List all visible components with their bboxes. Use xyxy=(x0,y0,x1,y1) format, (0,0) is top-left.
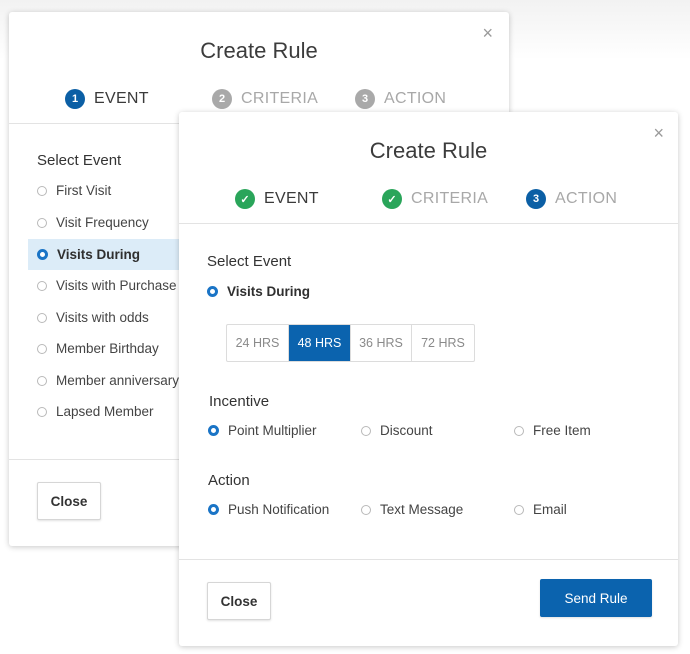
event-option-first-visit[interactable]: First Visit xyxy=(37,183,111,198)
step-label: CRITERIA xyxy=(241,90,319,107)
radio-button[interactable] xyxy=(37,375,47,386)
radio-button[interactable] xyxy=(207,286,218,297)
incentive-option-free-item[interactable]: Free Item xyxy=(514,423,591,438)
radio-button[interactable] xyxy=(208,504,219,515)
close-button[interactable]: Close xyxy=(37,482,101,520)
step-label: EVENT xyxy=(264,190,319,207)
stage: × Create Rule 1 EVENT 2 CRITERIA 3 ACTIO… xyxy=(0,0,690,654)
step-criteria[interactable]: 2 CRITERIA xyxy=(212,89,318,109)
select-event-heading: Select Event xyxy=(37,152,122,169)
step-number-badge: 3 xyxy=(355,89,375,109)
event-option-member-anniversary[interactable]: Member anniversary xyxy=(37,373,179,388)
step-label: EVENT xyxy=(94,90,149,107)
step-label: ACTION xyxy=(555,190,618,207)
action-heading: Action xyxy=(208,472,250,489)
step-event[interactable]: ✓ EVENT xyxy=(235,189,319,209)
radio-button[interactable] xyxy=(37,343,47,354)
radio-button[interactable] xyxy=(37,280,47,291)
selected-event[interactable]: Visits During xyxy=(207,284,310,299)
modal-title: Create Rule xyxy=(369,138,488,163)
step-action[interactable]: 3 ACTION xyxy=(526,189,617,209)
event-option-label: Visits During xyxy=(57,247,141,262)
event-option-label: Visit Frequency xyxy=(56,215,149,230)
step-event[interactable]: 1 EVENT xyxy=(65,89,149,109)
duration-option-36[interactable]: 36 HRS xyxy=(351,325,412,361)
step-number-badge: 2 xyxy=(212,89,232,109)
incentive-option-point-multiplier[interactable]: Point Multiplier xyxy=(208,423,317,438)
duration-option-48[interactable]: 48 HRS xyxy=(289,325,351,361)
check-icon: ✓ xyxy=(235,189,255,209)
action-option-email[interactable]: Email xyxy=(514,502,567,517)
step-number-badge: 1 xyxy=(65,89,85,109)
step-label: ACTION xyxy=(384,90,447,107)
event-option-member-birthday[interactable]: Member Birthday xyxy=(37,341,159,356)
radio-button[interactable] xyxy=(208,425,219,436)
event-option-visits-during[interactable]: Visits During xyxy=(37,247,140,262)
incentive-option-discount[interactable]: Discount xyxy=(361,423,433,438)
action-option-label: Email xyxy=(533,502,567,517)
check-icon: ✓ xyxy=(382,189,402,209)
event-option-label: First Visit xyxy=(56,183,112,198)
event-option-label: Visits with Purchase xyxy=(56,278,177,293)
footer-divider xyxy=(179,559,678,560)
event-option-visit-frequency[interactable]: Visit Frequency xyxy=(37,215,149,230)
event-option-visits-with-odds[interactable]: Visits with odds xyxy=(37,310,149,325)
radio-button[interactable] xyxy=(361,425,371,436)
step-label: CRITERIA xyxy=(411,190,489,207)
duration-option-24[interactable]: 24 HRS xyxy=(227,325,289,361)
radio-button[interactable] xyxy=(514,504,524,515)
header-divider xyxy=(179,223,678,224)
event-option-label: Member anniversary xyxy=(56,373,180,388)
action-option-push-notification[interactable]: Push Notification xyxy=(208,502,329,517)
modal-title: Create Rule xyxy=(200,38,318,63)
incentive-option-label: Free Item xyxy=(533,423,591,438)
close-button[interactable]: Close xyxy=(207,582,271,620)
radio-button[interactable] xyxy=(37,217,47,228)
event-option-label: Lapsed Member xyxy=(56,404,154,419)
incentive-heading: Incentive xyxy=(209,393,270,410)
event-option-lapsed-member[interactable]: Lapsed Member xyxy=(37,404,154,419)
radio-button[interactable] xyxy=(37,185,47,196)
step-criteria[interactable]: ✓ CRITERIA xyxy=(382,189,488,209)
event-option-visits-with-purchase[interactable]: Visits with Purchase xyxy=(37,278,177,293)
radio-button[interactable] xyxy=(37,249,48,260)
selected-event-label: Visits During xyxy=(227,284,311,299)
step-number-badge: 3 xyxy=(526,189,546,209)
event-option-label: Member Birthday xyxy=(56,341,159,356)
action-option-text-message[interactable]: Text Message xyxy=(361,502,463,517)
send-rule-button[interactable]: Send Rule xyxy=(540,579,652,617)
action-option-label: Text Message xyxy=(380,502,464,517)
event-option-label: Visits with odds xyxy=(56,310,149,325)
action-option-label: Push Notification xyxy=(228,502,330,517)
duration-segmented-control: 24 HRS 48 HRS 36 HRS 72 HRS xyxy=(226,324,475,362)
incentive-option-label: Discount xyxy=(380,423,433,438)
radio-button[interactable] xyxy=(514,425,524,436)
radio-button[interactable] xyxy=(37,406,47,417)
create-rule-modal-front: × Create Rule ✓ EVENT ✓ CRITERIA 3 ACTIO… xyxy=(179,112,678,646)
duration-option-72[interactable]: 72 HRS xyxy=(412,325,474,361)
radio-button[interactable] xyxy=(361,504,371,515)
select-event-heading: Select Event xyxy=(207,253,292,270)
incentive-option-label: Point Multiplier xyxy=(228,423,317,438)
radio-button[interactable] xyxy=(37,312,47,323)
step-action[interactable]: 3 ACTION xyxy=(355,89,446,109)
